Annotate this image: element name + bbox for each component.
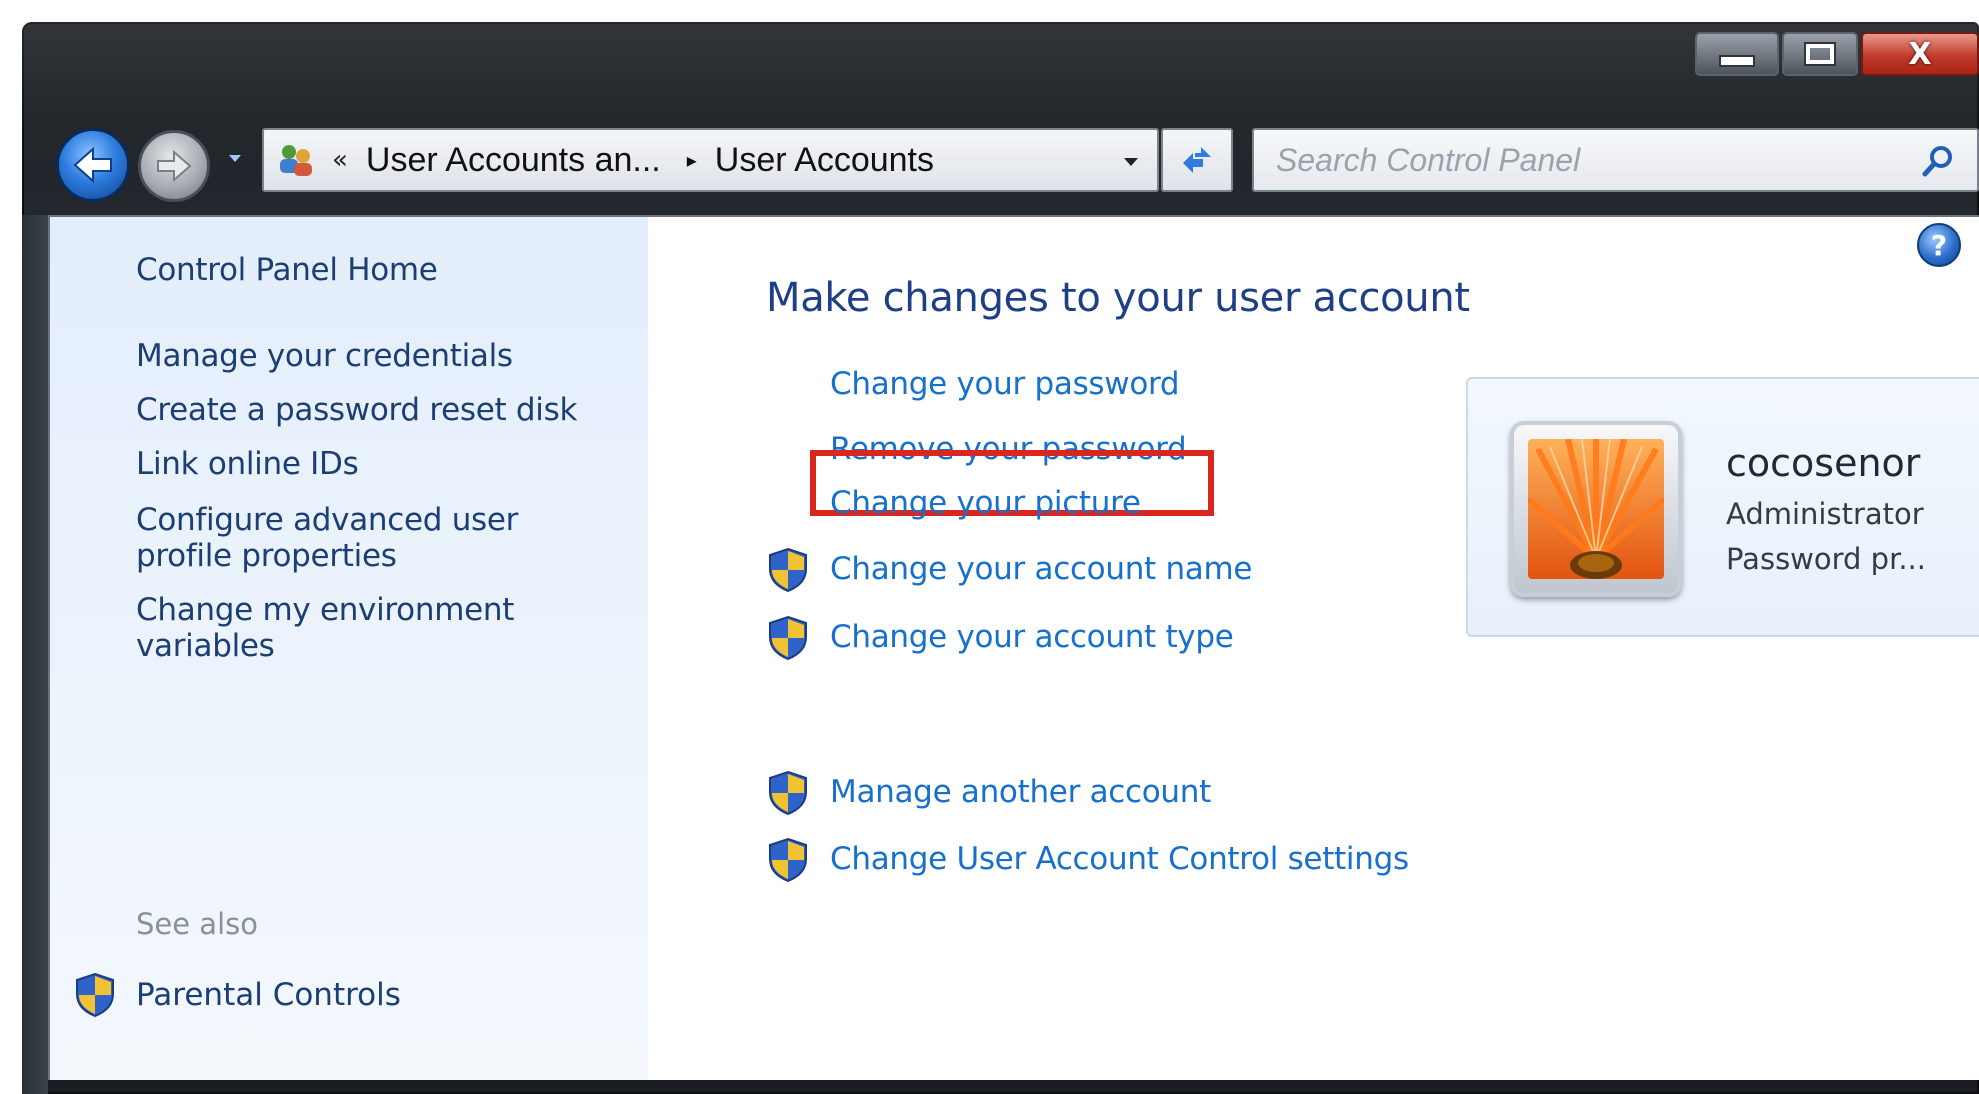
sidebar-item-password-reset-disk[interactable]: Create a password reset disk	[136, 387, 577, 433]
uac-shield-icon	[769, 837, 807, 883]
maximize-button[interactable]	[1782, 32, 1858, 76]
search-icon[interactable]	[1921, 144, 1955, 178]
task-change-account-type[interactable]: Change your account type	[830, 614, 1234, 660]
minimize-icon	[1719, 55, 1755, 67]
overflow-chevron[interactable]: «	[332, 145, 348, 175]
parental-controls-label: Parental Controls	[136, 977, 401, 1013]
window-frame-left	[22, 215, 48, 1094]
close-button[interactable]: X	[1861, 32, 1979, 76]
task-change-picture[interactable]: Change your picture	[830, 480, 1141, 526]
back-button[interactable]	[56, 128, 130, 202]
page-title: Make changes to your user account	[766, 275, 1470, 321]
sidebar-item-advanced-profile-properties[interactable]: Configure advanced user profile properti…	[136, 497, 518, 579]
address-dropdown[interactable]	[1121, 152, 1141, 172]
minimize-button[interactable]	[1695, 32, 1779, 76]
recent-pages-dropdown[interactable]	[226, 150, 244, 168]
account-name: cocosenor	[1726, 441, 1921, 485]
task-change-account-name[interactable]: Change your account name	[830, 546, 1252, 592]
chevron-down-icon	[1124, 158, 1138, 166]
flower-picture	[1528, 439, 1664, 579]
account-card: cocosenor Administrator Password pr...	[1466, 377, 1979, 637]
chevron-down-icon	[229, 155, 241, 162]
help-icon: ?	[1930, 228, 1948, 262]
account-password-status: Password pr...	[1726, 542, 1926, 576]
address-bar[interactable]: « User Accounts an... ▸ User Accounts	[262, 128, 1159, 192]
see-also-heading: See also	[136, 907, 258, 941]
help-button[interactable]: ?	[1917, 223, 1961, 267]
caption-buttons: X	[1692, 32, 1979, 76]
forward-button[interactable]	[138, 130, 210, 202]
task-manage-another-account[interactable]: Manage another account	[830, 769, 1211, 815]
account-type: Administrator	[1726, 497, 1924, 531]
uac-shield-icon	[76, 972, 114, 1018]
search-box[interactable]: Search Control Panel	[1252, 128, 1979, 192]
user-accounts-icon	[274, 138, 318, 182]
maximize-icon	[1804, 42, 1836, 66]
avatar[interactable]	[1510, 421, 1682, 597]
sidebar-item-link-online-ids[interactable]: Link online IDs	[136, 441, 359, 487]
content-area: Control Panel Home Manage your credentia…	[48, 215, 1979, 1080]
uac-shield-icon	[769, 615, 807, 661]
main-pane: ? Make changes to your user account Chan…	[648, 217, 1979, 1080]
sidebar-item-control-panel-home[interactable]: Control Panel Home	[136, 247, 438, 293]
parental-controls-link[interactable]: Parental Controls	[74, 972, 401, 1018]
breadcrumb-separator[interactable]: ▸	[687, 148, 697, 172]
task-change-uac-settings[interactable]: Change User Account Control settings	[830, 836, 1409, 882]
refresh-button[interactable]	[1161, 128, 1233, 192]
sidebar-item-manage-credentials[interactable]: Manage your credentials	[136, 333, 513, 379]
task-change-password[interactable]: Change your password	[830, 361, 1180, 407]
sidebar-item-environment-variables[interactable]: Change my environment variables	[136, 587, 514, 669]
refresh-icon	[1183, 147, 1211, 173]
search-placeholder[interactable]: Search Control Panel	[1276, 142, 1580, 179]
back-arrow-icon	[73, 146, 112, 184]
breadcrumb-user-accounts[interactable]: User Accounts	[715, 141, 934, 180]
uac-shield-icon	[769, 770, 807, 816]
uac-shield-icon	[769, 547, 807, 593]
forward-arrow-icon	[157, 149, 192, 183]
navigation-pane: Control Panel Home Manage your credentia…	[50, 217, 648, 1080]
close-icon: X	[1908, 36, 1932, 72]
breadcrumb-user-accounts-family[interactable]: User Accounts an...	[366, 141, 661, 180]
